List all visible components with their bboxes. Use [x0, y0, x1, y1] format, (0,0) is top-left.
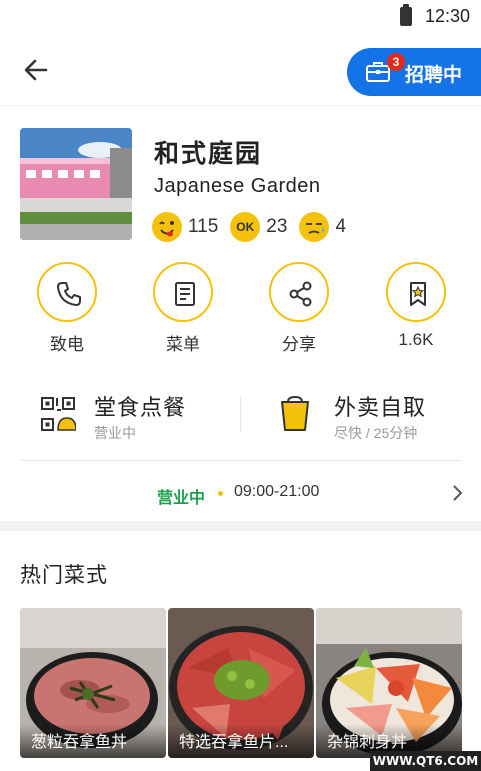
takeaway-cup-icon [281, 396, 309, 431]
bookmark-count: 1.6K [398, 330, 434, 349]
phone-icon [57, 282, 81, 306]
call-button[interactable]: 致电 [22, 262, 112, 358]
dine-in-title: 堂食点餐 [94, 395, 187, 420]
dish-name: 特选吞拿鱼片... [179, 734, 289, 751]
app-header: 3 招聘中 [0, 34, 481, 106]
open-status: 营业中 [157, 490, 206, 507]
restaurant-photo[interactable] [20, 128, 132, 240]
dish-name: 葱粒吞拿鱼丼 [31, 734, 128, 751]
order-divider [240, 396, 241, 432]
rating-summary: 115 OK 23 4 [152, 211, 358, 243]
share-button[interactable]: 分享 [254, 262, 344, 358]
rating-yummy[interactable]: 115 [152, 212, 218, 242]
menu-label: 菜单 [166, 335, 200, 354]
separator-dot [218, 491, 223, 496]
dish-card[interactable]: 杂锦刺身丼 [316, 608, 462, 758]
rating-sad-count: 4 [335, 216, 347, 237]
rating-ok[interactable]: OK 23 [230, 212, 287, 242]
share-label: 分享 [282, 335, 316, 354]
menu-book-icon [175, 282, 195, 306]
rating-sad[interactable]: 4 [299, 212, 346, 242]
bookmark-button[interactable]: 1.6K [371, 262, 461, 358]
status-time: 12:30 [425, 6, 471, 26]
dine-in-order-button[interactable]: 堂食点餐 营业中 [40, 390, 230, 446]
yummy-face-icon [152, 212, 182, 242]
chevron-right-icon [453, 485, 463, 501]
restaurant-name-english: Japanese Garden [154, 175, 321, 197]
rating-yummy-count: 115 [188, 216, 219, 237]
menu-button[interactable]: 菜单 [138, 262, 228, 358]
dish-card[interactable]: 特选吞拿鱼片... [168, 608, 314, 758]
takeaway-eta: 尽快 / 25分钟 [334, 425, 418, 441]
back-button[interactable] [20, 54, 52, 86]
call-label: 致电 [50, 335, 84, 354]
opening-hours-row[interactable]: 营业中 09:00-21:00 [0, 470, 481, 516]
ok-face-icon: OK [230, 212, 261, 242]
arrow-left-icon [24, 59, 48, 81]
hiring-label: 招聘中 [405, 65, 463, 86]
takeaway-order-button[interactable]: 外卖自取 尽快 / 25分钟 [280, 390, 470, 446]
opening-hours: 09:00-21:00 [234, 483, 320, 500]
hiring-count-badge: 3 [387, 53, 405, 71]
popular-dishes-title: 热门菜式 [20, 564, 108, 587]
divider [20, 460, 461, 461]
dine-in-status: 营业中 [94, 425, 136, 441]
bookmark-star-icon [410, 282, 426, 306]
section-separator [0, 521, 481, 531]
share-icon [289, 281, 312, 307]
restaurant-name-chinese: 和式庭园 [154, 140, 263, 168]
hiring-button[interactable]: 3 招聘中 [347, 48, 481, 96]
battery-icon [400, 4, 412, 26]
dish-card[interactable]: 葱粒吞拿鱼丼 [20, 608, 166, 758]
status-bar: 12:30 [0, 0, 481, 34]
qr-order-icon [41, 397, 76, 431]
rating-ok-count: 23 [266, 216, 288, 237]
sad-face-icon [299, 212, 330, 242]
dish-name: 杂锦刺身丼 [327, 734, 408, 751]
site-watermark: WWW.QT6.COM [370, 751, 481, 771]
takeaway-title: 外卖自取 [334, 395, 427, 420]
